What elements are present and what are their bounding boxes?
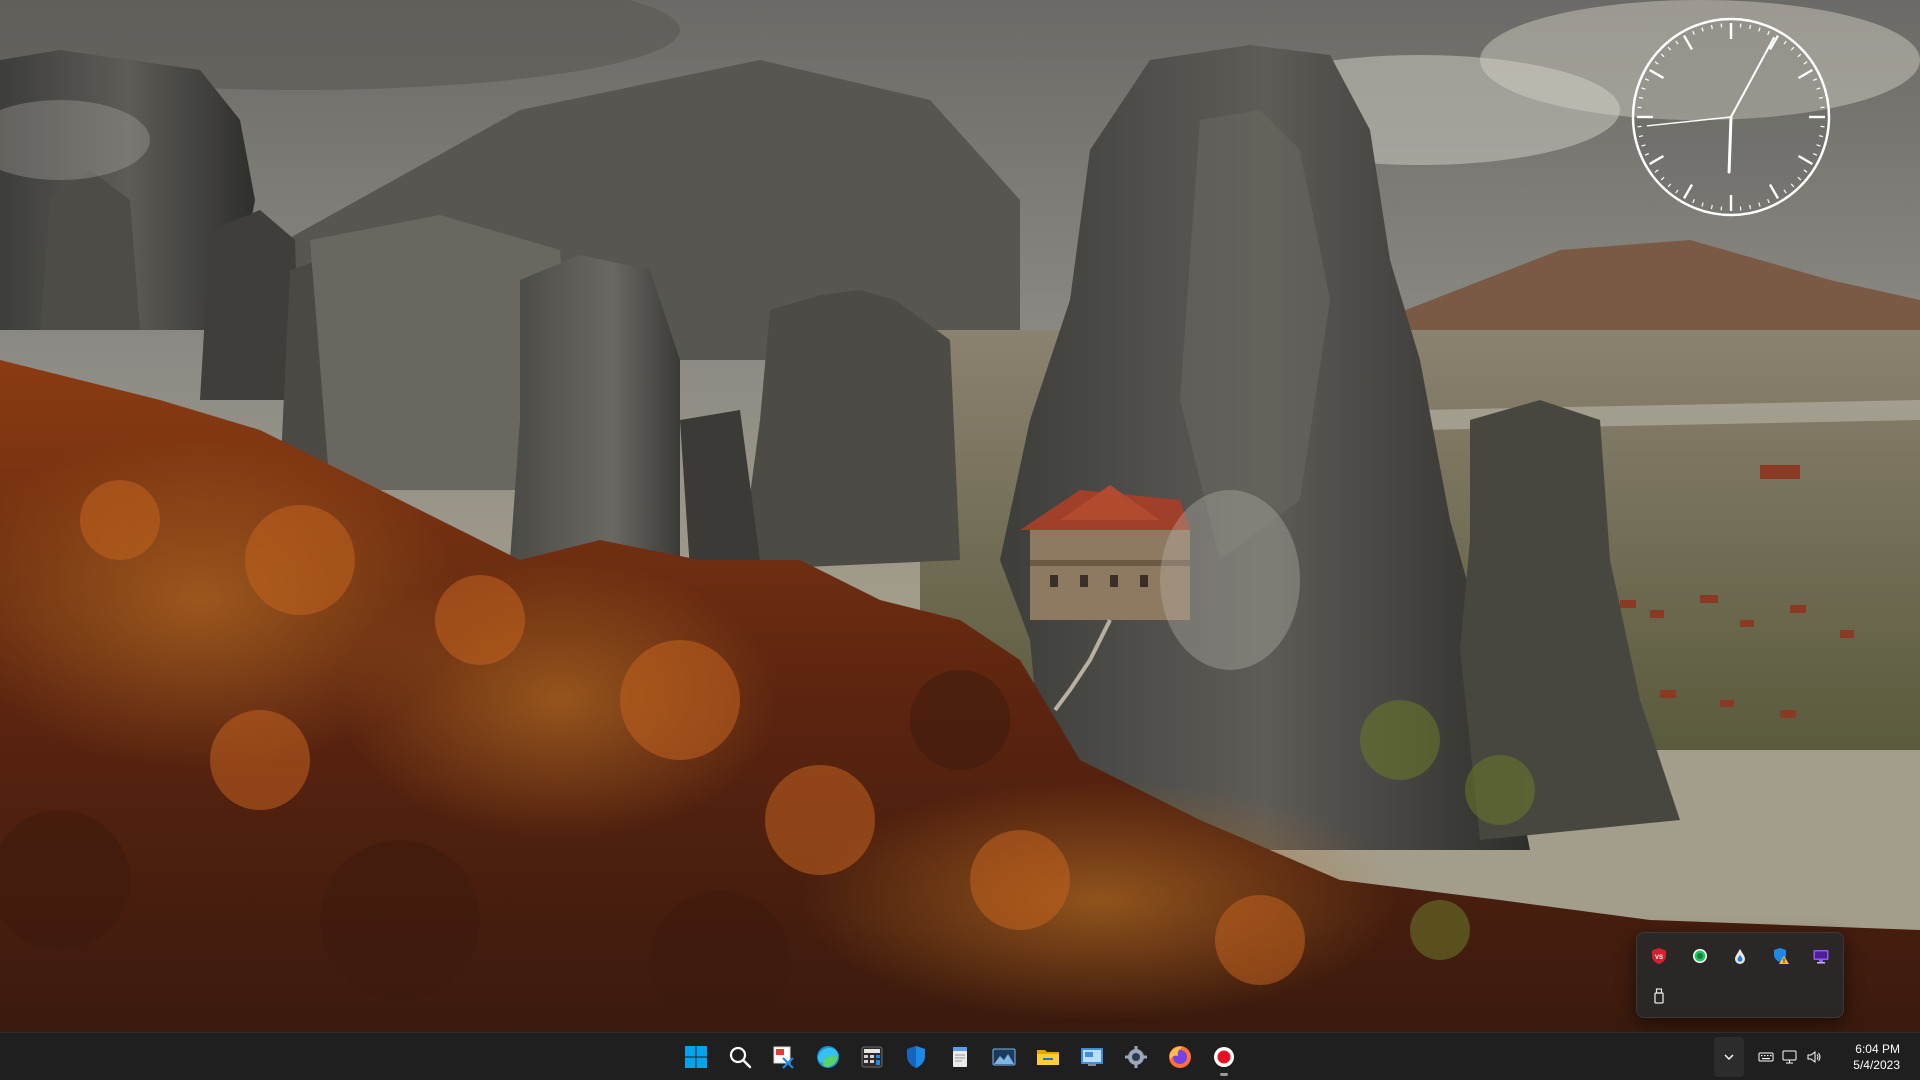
windows-security-button[interactable] [896, 1037, 936, 1077]
usb-drive-icon[interactable] [1639, 976, 1679, 1016]
edge-icon [817, 1046, 839, 1068]
tray-overflow-flyout: VS [1636, 932, 1844, 1018]
start-button[interactable] [676, 1037, 716, 1077]
firefox-button[interactable] [1160, 1037, 1200, 1077]
show-desktop-button[interactable] [1912, 1033, 1920, 1080]
clock-hour-hand [1727, 115, 1733, 174]
clock-minute-tick [1818, 135, 1824, 138]
edge-browser-button[interactable] [808, 1037, 848, 1077]
clock-minute-tick [1638, 135, 1644, 138]
windows-logo-icon [685, 1046, 707, 1068]
clock-minute-tick [1749, 24, 1752, 30]
purple-monitor-icon[interactable] [1801, 936, 1841, 976]
shield-icon [907, 1046, 925, 1068]
folder-icon [1037, 1050, 1059, 1065]
svg-text:VS: VS [1655, 955, 1663, 961]
photos-button[interactable] [984, 1037, 1024, 1077]
chevron-down-icon [1724, 1054, 1734, 1060]
show-hidden-icons-button[interactable] [1714, 1037, 1744, 1077]
gear-icon [1125, 1046, 1147, 1068]
green-circle-icon[interactable] [1680, 936, 1720, 976]
snipping-tool-button[interactable] [764, 1037, 804, 1077]
clock-minute-tick [1638, 96, 1644, 99]
screen-recorder-button[interactable] [1204, 1037, 1244, 1077]
system-tray: 6:04 PM 5/4/2023 [1714, 1033, 1920, 1080]
file-explorer-button[interactable] [1028, 1037, 1068, 1077]
control-panel-icon [1081, 1048, 1103, 1066]
clock-minute-tick [1818, 96, 1824, 99]
keyboard-icon [1758, 1052, 1774, 1062]
taskbar-app-list [676, 1033, 1244, 1080]
control-panel-button[interactable] [1072, 1037, 1112, 1077]
calculator-icon [861, 1046, 883, 1068]
record-icon [1214, 1047, 1234, 1067]
taskbar-clock[interactable]: 6:04 PM 5/4/2023 [1830, 1041, 1912, 1073]
clock-minute-tick [1749, 204, 1752, 210]
clock-minute-tick [1710, 24, 1713, 30]
water-drop-icon[interactable] [1720, 936, 1760, 976]
taskbar-date: 5/4/2023 [1853, 1058, 1900, 1072]
calculator-button[interactable] [852, 1037, 892, 1077]
quick-settings-button[interactable] [1750, 1037, 1830, 1077]
volume-icon [1807, 1051, 1821, 1063]
firefox-icon [1169, 1046, 1191, 1068]
defender-warning-icon[interactable] [1761, 936, 1801, 976]
clock-minute-tick [1710, 204, 1713, 210]
search-icon [729, 1046, 752, 1069]
notepad-button[interactable] [940, 1037, 980, 1077]
photos-icon [992, 1048, 1016, 1066]
taskbar-time: 6:04 PM [1855, 1042, 1900, 1056]
network-icon [1782, 1050, 1797, 1064]
taskbar: 6:04 PM 5/4/2023 [0, 1032, 1920, 1080]
notepad-icon [953, 1047, 967, 1067]
search-button[interactable] [720, 1037, 760, 1077]
analog-clock-widget [1630, 16, 1832, 218]
snipping-tool-icon [773, 1046, 794, 1069]
settings-button[interactable] [1116, 1037, 1156, 1077]
vs-shield-icon[interactable]: VS [1639, 936, 1679, 976]
